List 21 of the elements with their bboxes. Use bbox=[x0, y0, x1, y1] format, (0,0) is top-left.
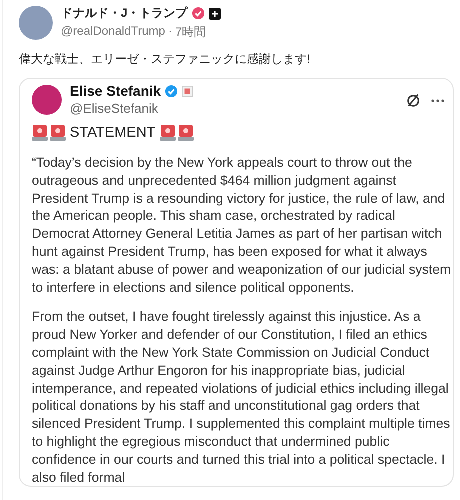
author-name[interactable]: Elise Stefanik bbox=[70, 83, 162, 99]
avatar[interactable] bbox=[19, 6, 53, 40]
siren-icon bbox=[160, 124, 176, 142]
avatar[interactable] bbox=[32, 84, 62, 114]
author-handle[interactable]: @EliseStefanik bbox=[70, 101, 194, 116]
siren-icon bbox=[50, 124, 66, 142]
post-text: 偉大な戦士、エリーゼ・ステファニックに感謝します! bbox=[19, 51, 312, 68]
paragraph: “Today’s decision by the New York appeals court to throw out the outrageous and unprecedented $464 million judgment against President Trump is a resounding victory for justice, the rule of law, and the American people. This sham case, orchestrated by radical Democrat Attorney General Letitia James as part of her partisan witch hunt against President Trump, has been exposed for what it always was: a blatant abuse of power and weaponization of our judicial system to interfere in elections and silence political opponents. bbox=[32, 154, 452, 296]
post-time[interactable]: 7時間 bbox=[175, 24, 206, 41]
siren-icon bbox=[32, 124, 48, 142]
author-name[interactable]: ドナルド・J・トランプ bbox=[61, 5, 188, 22]
plus-icon[interactable] bbox=[208, 8, 221, 20]
more-options-icon[interactable] bbox=[431, 98, 445, 102]
circle-slash-icon[interactable] bbox=[406, 93, 421, 108]
flag-icon bbox=[182, 86, 194, 96]
separator: · bbox=[168, 24, 172, 40]
statement-heading: STATEMENT bbox=[70, 125, 156, 141]
author-handle[interactable]: @realDonaldTrump bbox=[61, 24, 166, 41]
quoted-post-card[interactable] bbox=[19, 78, 454, 488]
siren-icon bbox=[178, 124, 194, 142]
paragraph: From the outset, I have fought tirelessly against this injustice. As a proud New Yorker and defender of our Constitution, I filed an ethics complaint with the New York State Commission on Judicial Conduct against Judge Arthur Engoron for his inappropriate bias, judicial intemperance, and repeated violations of judicial ethics including illegal political donations by his staff and unconstitutional gag orders that silenced President Trump. I supplemented this complaint multiple times to highlight the egregious misconduct that undermined public confidence in our courts and turned this trial into a political spectacle. I also filed formal bbox=[32, 308, 452, 486]
